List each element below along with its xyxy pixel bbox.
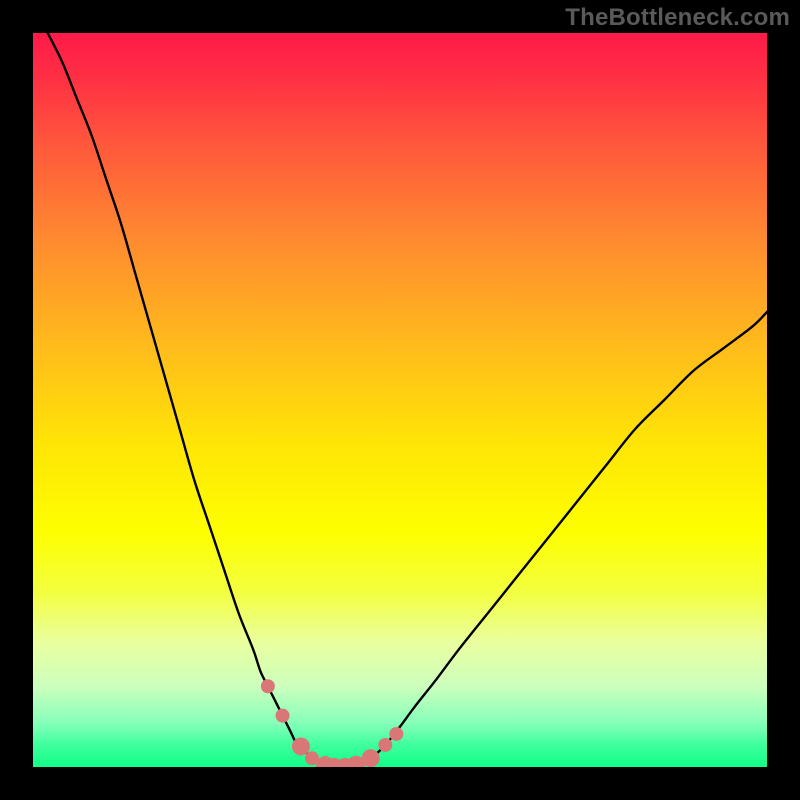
marker-dot bbox=[362, 749, 380, 767]
marker-dot bbox=[292, 737, 310, 755]
marker-dot bbox=[261, 679, 275, 693]
bottleneck-curve bbox=[48, 33, 767, 767]
attribution-label: TheBottleneck.com bbox=[565, 4, 790, 32]
curve-layer bbox=[33, 33, 767, 767]
marker-dot bbox=[378, 738, 392, 752]
optimal-range-dots bbox=[261, 679, 403, 767]
marker-dot bbox=[276, 709, 290, 723]
plot-area bbox=[33, 33, 767, 767]
marker-dot bbox=[389, 727, 403, 741]
chart-frame: TheBottleneck.com bbox=[0, 0, 800, 800]
